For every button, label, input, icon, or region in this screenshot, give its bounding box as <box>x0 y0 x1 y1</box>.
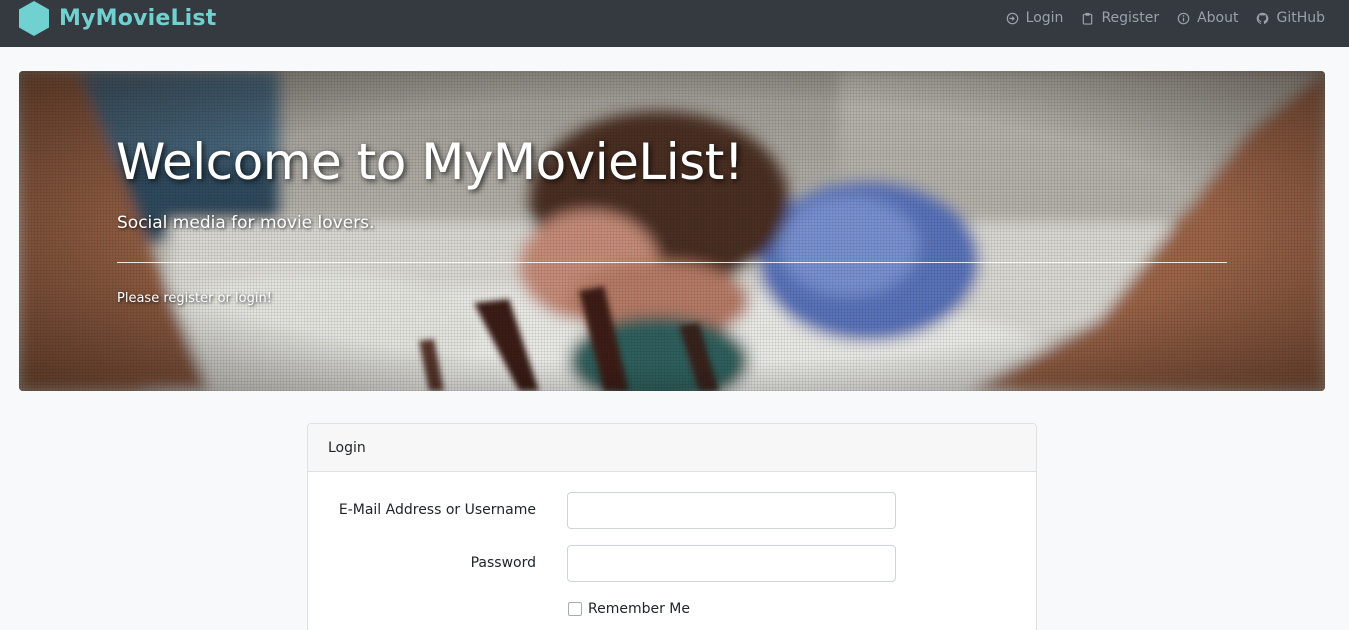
hero-title: Welcome to MyMovieList! <box>116 133 744 191</box>
nav-github-label: GitHub <box>1276 10 1325 26</box>
navbar: MyMovieList Login Register About GitHub <box>0 0 1349 47</box>
hero-jumbotron: Welcome to MyMovieList! Social media for… <box>19 71 1325 391</box>
remember-me-label[interactable]: Remember Me <box>588 601 690 617</box>
login-card: Login E-Mail Address or Username Passwor… <box>307 423 1037 630</box>
nav-login-link[interactable]: Login <box>1006 10 1064 26</box>
email-username-input[interactable] <box>567 492 896 529</box>
clipboard-icon <box>1083 12 1093 25</box>
remember-me-checkbox[interactable] <box>568 602 582 616</box>
nav-login-label: Login <box>1025 10 1064 26</box>
nav-about-label: About <box>1197 10 1239 26</box>
nav-register-label: Register <box>1101 10 1160 26</box>
nav-github-link[interactable]: GitHub <box>1256 10 1325 26</box>
hero-note: Please register or login! <box>117 291 272 306</box>
login-card-header: Login <box>308 424 1036 472</box>
login-icon <box>1006 12 1018 24</box>
github-icon <box>1257 12 1269 24</box>
nav-links: Login Register About GitHub <box>988 0 1325 36</box>
hexagon-logo-icon <box>19 1 49 36</box>
password-label: Password <box>470 555 536 571</box>
brand-name: MyMovieList <box>59 6 217 31</box>
remember-me-row: Remember Me <box>568 601 690 617</box>
nav-register-link[interactable]: Register <box>1081 10 1159 26</box>
hero-lead: Social media for movie lovers. <box>117 213 375 233</box>
hero-divider <box>117 262 1227 263</box>
brand-link[interactable]: MyMovieList <box>17 0 216 37</box>
password-input[interactable] <box>567 545 896 582</box>
info-icon <box>1177 12 1190 24</box>
nav-about-link[interactable]: About <box>1177 10 1238 26</box>
email-label: E-Mail Address or Username <box>338 502 536 518</box>
